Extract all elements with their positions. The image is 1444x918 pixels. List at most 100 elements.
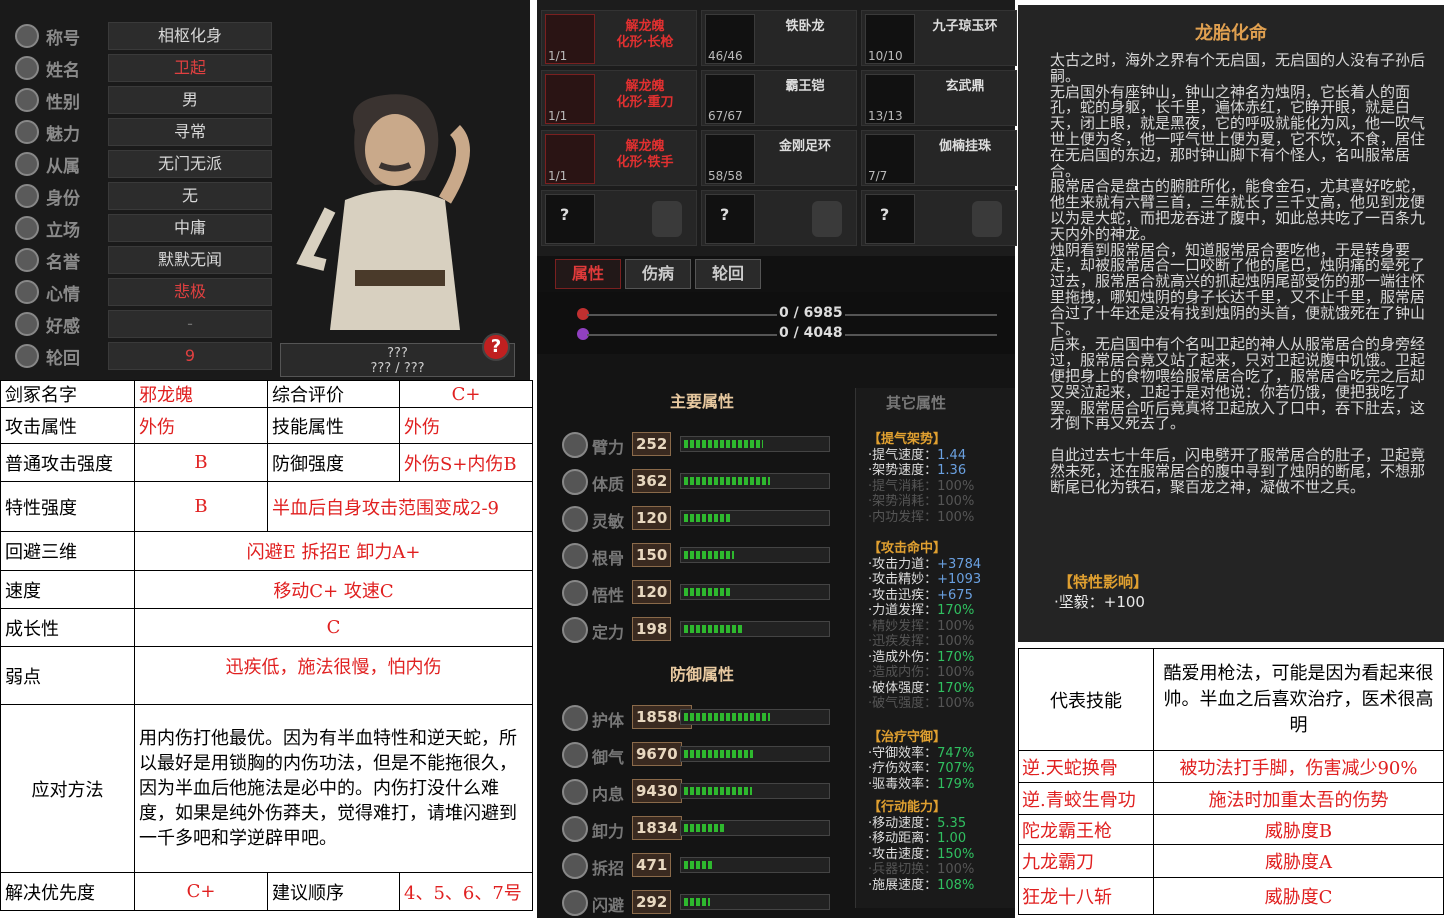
attribute-bar: [680, 820, 830, 836]
other-attr-label: ·力道发挥：: [868, 603, 938, 618]
other-attr-value: 108%: [937, 877, 975, 893]
other-attr-value: 100%: [937, 509, 975, 525]
profile-label: 称号: [46, 29, 80, 49]
other-attr-value: +3784: [937, 556, 982, 572]
skill-name: 逆.青蛟生骨功: [1018, 782, 1154, 815]
attribute-bar-fill: [684, 750, 754, 758]
empty-equipment-slot[interactable]: ?: [861, 190, 1017, 246]
empty-equipment-slot[interactable]: ?: [541, 190, 697, 246]
attribute-row: 根骨 150: [562, 541, 832, 571]
attribute-row: 内息 9430: [562, 777, 832, 807]
equipment-durability: 10/10: [868, 49, 903, 63]
other-attr-line: ·守御效率：747%: [868, 746, 1018, 762]
attribute-bar-fill: [684, 898, 710, 906]
attribute-bar: [680, 783, 830, 799]
attribute-value: 120: [632, 506, 672, 530]
other-attr-label: ·架势速度：: [868, 463, 938, 478]
question-mark: ?: [880, 205, 890, 224]
attribute-value: 292: [632, 890, 672, 914]
cell-evasion-label: 回避三维: [0, 531, 135, 571]
profile-label: 魅力: [46, 125, 80, 145]
attribute-icon: [562, 617, 588, 643]
equipment-slot[interactable]: 铁卧龙 46/46: [701, 10, 857, 66]
other-attr-label: ·守御效率：: [868, 745, 938, 761]
equipment-name: 霸王铠: [785, 79, 825, 94]
other-attr-line: ·施展速度：108%: [868, 878, 1018, 894]
skill-name: 九龙霸刀: [1018, 844, 1154, 878]
other-attr-value: 170%: [937, 649, 975, 665]
cell-strategy-value: 用内伤打他最优。因为有半血特性和逆天蛇，所以最好是用锁胸的内伤功法，但是不能拖很…: [134, 704, 533, 873]
equipment-slot[interactable]: 解龙魄 化形·铁手 1/1: [541, 130, 697, 186]
empty-equipment-slot[interactable]: ?: [701, 190, 857, 246]
profile-row: 从属 无门无派: [10, 150, 272, 178]
equipment-durability: 67/67: [708, 109, 743, 123]
attribute-icon: [15, 280, 39, 304]
other-attr-line: ·力道发挥：170%: [868, 603, 1018, 619]
equipment-slot[interactable]: 解龙魄 化形·长枪 1/1: [541, 10, 697, 66]
other-attr-line: ·架势速度：1.36: [868, 463, 1018, 479]
profile-row: 立场 中庸: [10, 214, 272, 242]
help-icon[interactable]: ?: [482, 333, 510, 361]
skill-effect: 施法时加重太吾的伤势: [1153, 782, 1444, 815]
equipment-slot[interactable]: 玄武鼎 13/13: [861, 70, 1017, 126]
profile-row: 心情 悲极: [10, 278, 272, 306]
other-attr-value: 100%: [937, 862, 975, 877]
attribute-value: 198: [632, 617, 672, 641]
attribute-tabs: 属性 伤病 轮回: [537, 256, 1015, 292]
cell-trait-desc: 半血后自身攻击范围变成2-9: [267, 481, 533, 532]
profile-row: 魅力 寻常: [10, 118, 272, 146]
attribute-value: 362: [632, 469, 672, 493]
profile-value: -: [108, 310, 272, 338]
question-mark: ?: [560, 205, 570, 224]
profile-value: 9: [108, 342, 272, 370]
attribute-bar-fill: [684, 713, 771, 721]
attribute-label: 闪避: [592, 896, 625, 915]
cell-overall-label: 综合评价: [267, 380, 400, 408]
profile-label: 身份: [46, 189, 80, 209]
attribute-icon: [562, 543, 588, 569]
other-attr-group: 【行动能力】 ·移动速度：5.35 ·移动距离：1.00 ·攻击速度：150% ·兵器切…: [868, 800, 1018, 893]
other-attr-line: ·移动距离：1.00: [868, 831, 1018, 847]
slot-silhouette-icon: [972, 201, 1002, 237]
other-attr-line: ·精妙发挥：100%: [868, 619, 1018, 635]
attribute-bar-fill: [684, 824, 725, 832]
other-attr-label: ·攻击速度：: [868, 846, 938, 862]
other-attr-group: 【攻击命中】 ·攻击力道：+3784 ·攻击精妙：+1093 ·攻击迅疾：+675 ·力…: [868, 541, 1018, 712]
equipment-slot[interactable]: 霸王铠 67/67: [701, 70, 857, 126]
attribute-row: 悟性 120: [562, 578, 832, 608]
attribute-label: 内息: [592, 785, 625, 804]
unknown-status-box: ??? ??? / ???: [280, 343, 515, 377]
other-attr-label: ·移动速度：: [868, 815, 938, 831]
tab-injuries[interactable]: 伤病: [625, 259, 691, 289]
attribute-bar-fill: [684, 625, 745, 633]
attribute-icon: [15, 152, 39, 176]
profile-value: 无门无派: [108, 150, 272, 178]
equipment-slot[interactable]: 九子琼玉环 10/10: [861, 10, 1017, 66]
tab-attributes[interactable]: 属性: [555, 259, 621, 289]
other-attr-value: 1.00: [937, 831, 967, 846]
unknown-line-2: ??? / ???: [370, 361, 425, 376]
profile-value: 悲极: [108, 278, 272, 306]
cell-defense-value: 外伤S+内伤B: [399, 443, 533, 482]
attribute-bar-fill: [684, 514, 731, 522]
equipment-name: 伽楠挂珠: [938, 139, 991, 154]
skill-effect: 威胁度C: [1153, 877, 1444, 915]
other-attr-label: ·攻击迅疾：: [868, 587, 938, 603]
lore-title: 龙胎化命: [1195, 23, 1267, 44]
attribute-icon: [562, 742, 588, 768]
cell-priority-value: C+: [134, 872, 268, 911]
lore-panel: 龙胎化命 太古之时，海外之界有个无启国，无启国的人没有子孙后嗣。 无启国外有座钟…: [1018, 5, 1444, 642]
other-attr-title: 其它属性: [886, 394, 947, 412]
other-attr-line: ·破体强度：170%: [868, 681, 1018, 697]
other-attr-value: 179%: [937, 776, 975, 792]
attribute-label: 卸力: [592, 822, 625, 841]
equipment-slot[interactable]: 伽楠挂珠 7/7: [861, 130, 1017, 186]
equipment-durability: 7/7: [868, 169, 888, 183]
equipment-slot[interactable]: 解龙魄 化形·重刀 1/1: [541, 70, 697, 126]
tab-reincarnation[interactable]: 轮回: [695, 259, 761, 289]
attribute-icon: [15, 56, 39, 80]
attribute-row: 卸力 1834: [562, 814, 832, 844]
equipment-slot[interactable]: 金刚足环 58/58: [701, 130, 857, 186]
other-attr-label: ·内功发挥：: [868, 509, 938, 525]
profile-row: 轮回 9: [10, 342, 272, 370]
